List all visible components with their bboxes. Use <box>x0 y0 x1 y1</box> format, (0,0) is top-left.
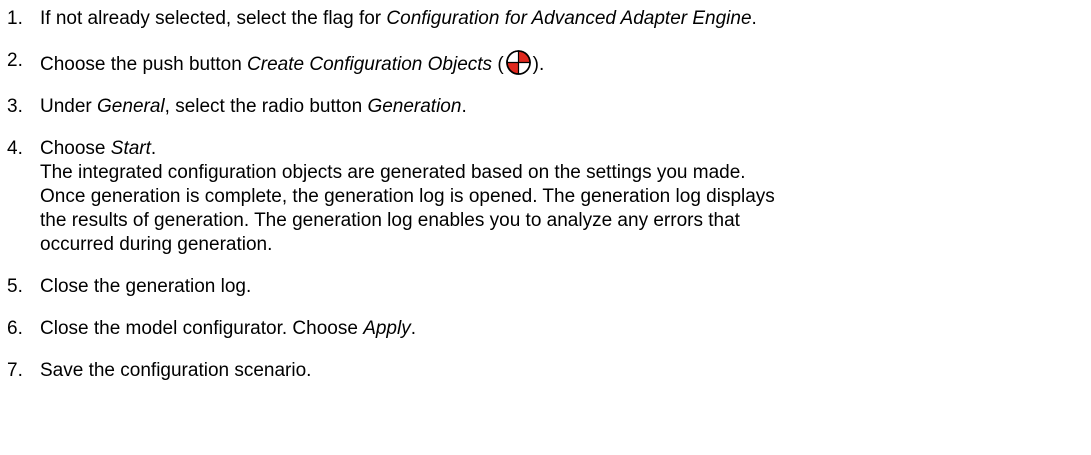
step-number: 4. <box>7 138 23 159</box>
step-number: 5. <box>7 276 23 297</box>
step-text: Choose Start. <box>40 138 157 159</box>
step-text: Close the generation log. <box>40 276 252 297</box>
ui-term: Start <box>110 138 151 159</box>
note-line: The integrated configuration objects are… <box>40 162 746 183</box>
step-note: The integrated configuration objects are… <box>40 161 1091 257</box>
step-2: 2. Choose the push button Create Configu… <box>0 49 1091 77</box>
step-number: 1. <box>7 8 23 29</box>
ui-term: General <box>97 96 165 117</box>
ui-term: Generation <box>367 96 462 117</box>
note-line: occurred during generation. <box>40 234 273 255</box>
step-text: Save the configuration scenario. <box>40 360 312 381</box>
step-text: Close the model configurator. Choose App… <box>40 318 416 339</box>
note-line: the results of generation. The generatio… <box>40 210 740 231</box>
step-text: If not already selected, select the flag… <box>40 8 757 29</box>
step-3: 3. Under General, select the radio butto… <box>0 95 1091 119</box>
step-4: 4. Choose Start. The integrated configur… <box>0 137 1091 257</box>
step-number: 3. <box>7 96 23 117</box>
step-number: 2. <box>7 50 23 71</box>
ui-term: Create Configuration Objects <box>247 54 493 75</box>
step-text: Choose the push button Create Configurat… <box>40 49 1091 77</box>
step-7: 7. Save the configuration scenario. <box>0 359 1091 383</box>
step-5: 5. Close the generation log. <box>0 275 1091 299</box>
step-text: Under General, select the radio button G… <box>40 96 467 117</box>
step-number: 7. <box>7 360 23 381</box>
create-configuration-objects-icon <box>505 50 531 75</box>
step-1: 1. If not already selected, select the f… <box>0 7 1091 31</box>
ui-term: Apply <box>363 318 411 339</box>
note-line: Once generation is complete, the generat… <box>40 186 775 207</box>
step-6: 6. Close the model configurator. Choose … <box>0 317 1091 341</box>
ui-term: Configuration for Advanced Adapter Engin… <box>386 8 752 29</box>
step-number: 6. <box>7 318 23 339</box>
instruction-steps: 1. If not already selected, select the f… <box>0 0 1091 383</box>
